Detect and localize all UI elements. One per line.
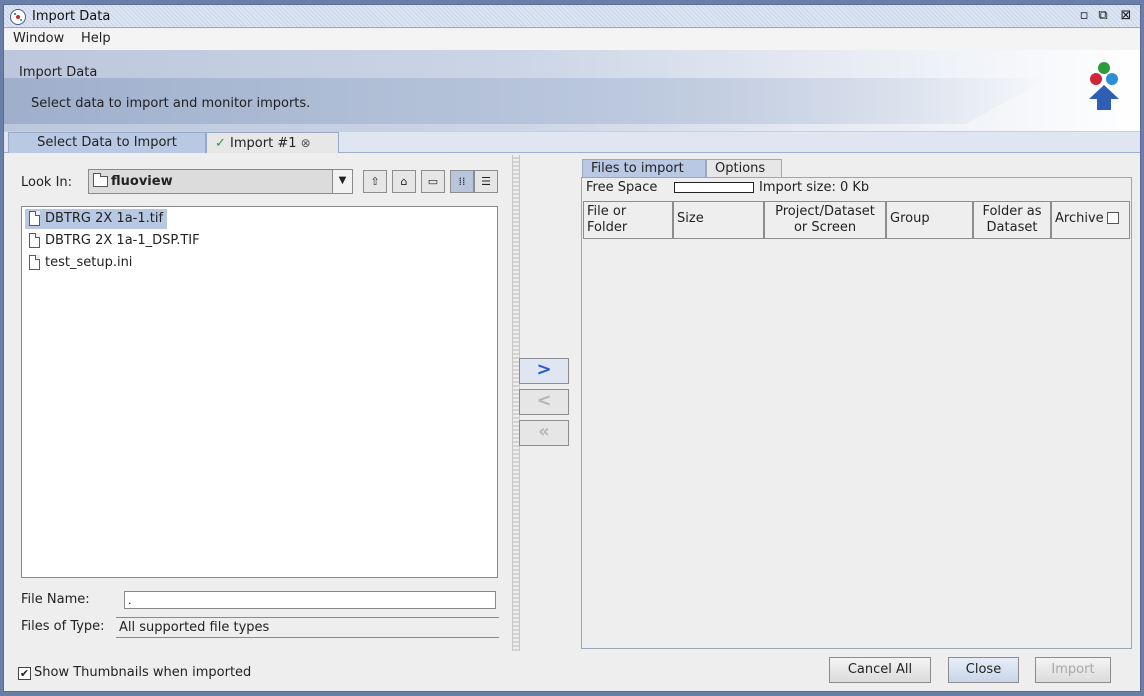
arrow-left-icon: <	[536, 390, 552, 411]
menu-window[interactable]: Window	[13, 31, 64, 46]
minimize-icon[interactable]: ▫	[1076, 9, 1092, 24]
close-button[interactable]: Close	[948, 657, 1019, 683]
file-icon	[29, 255, 40, 270]
up-folder-button[interactable]: ⇧	[363, 170, 387, 193]
header-banner: Import Data Select data to import and mo…	[4, 50, 1140, 132]
omero-app-icon	[10, 9, 26, 25]
tab-select-data-label: Select Data to Import	[37, 135, 177, 150]
tab-import-1-label: Import #1	[230, 136, 297, 151]
column-header-file[interactable]: File or Folder	[583, 201, 673, 239]
free-space-bar	[674, 182, 754, 193]
archive-label: Archive	[1055, 211, 1104, 226]
tab-close-icon[interactable]: ⊗	[301, 136, 311, 150]
check-icon: ✓	[215, 136, 226, 151]
tab-files-to-import[interactable]: Files to import	[582, 159, 706, 177]
import-queue-table[interactable]: File or Folder Size Project/Dataset or S…	[583, 201, 1130, 647]
archive-all-checkbox[interactable]	[1106, 212, 1119, 224]
main-tab-strip: Select Data to Import ✓ Import #1 ⊗	[4, 132, 1140, 153]
import-logo-icon	[1089, 62, 1119, 110]
new-folder-icon: ▭	[427, 175, 439, 188]
look-in-value: fluoview	[111, 174, 173, 189]
tab-options-label: Options	[715, 161, 766, 176]
column-header-archive[interactable]: Archive	[1051, 201, 1130, 239]
title-bar[interactable]: Import Data ▫ ⧉ ⊠	[4, 5, 1140, 28]
home-button[interactable]: ⌂	[392, 170, 416, 193]
tab-import-1[interactable]: ✓ Import #1 ⊗	[206, 132, 339, 153]
header-subtitle: Select data to import and monitor import…	[31, 96, 311, 111]
arrow-right-icon: >	[536, 359, 552, 380]
file-type-label: Files of Type:	[21, 619, 105, 634]
folder-icon	[93, 173, 108, 187]
home-icon: ⌂	[400, 175, 408, 188]
file-icon	[29, 211, 40, 226]
details-view-icon: ☰	[481, 175, 491, 188]
menu-help[interactable]: Help	[81, 31, 111, 46]
window-title: Import Data	[32, 9, 111, 24]
file-list[interactable]: DBTRG 2X 1a-1.tif DBTRG 2X 1a-1_DSP.TIF …	[21, 206, 498, 578]
add-to-queue-button[interactable]: >	[519, 358, 569, 384]
file-item-label: DBTRG 2X 1a-1_DSP.TIF	[45, 233, 200, 248]
chevron-down-icon[interactable]: ▼	[332, 170, 352, 193]
remove-all-button[interactable]: «	[519, 420, 569, 446]
file-item[interactable]: DBTRG 2X 1a-1.tif	[25, 209, 168, 229]
file-name-label: File Name:	[21, 592, 90, 607]
file-item-label: test_setup.ini	[45, 255, 133, 270]
list-view-button[interactable]: ⁞⁞	[450, 170, 474, 193]
details-view-button[interactable]: ☰	[474, 170, 498, 193]
maximize-icon[interactable]: ⧉	[1095, 9, 1111, 24]
close-icon[interactable]: ⊠	[1118, 9, 1134, 24]
import-button[interactable]: Import	[1035, 657, 1111, 683]
header-title: Import Data	[19, 65, 98, 80]
look-in-label: Look In:	[21, 175, 73, 190]
cancel-all-button[interactable]: Cancel All	[829, 657, 931, 683]
column-header-folder-dataset[interactable]: Folder as Dataset	[973, 201, 1051, 239]
show-thumbnails-label: Show Thumbnails when imported	[34, 665, 252, 680]
column-header-group[interactable]: Group	[886, 201, 973, 239]
tab-options[interactable]: Options	[706, 159, 782, 177]
tab-select-data[interactable]: Select Data to Import	[8, 132, 206, 153]
import-data-window: Import Data ▫ ⧉ ⊠ Window Help Import Dat…	[3, 4, 1141, 692]
show-thumbnails-checkbox[interactable]: ✔	[18, 667, 31, 680]
file-item-label: DBTRG 2X 1a-1.tif	[45, 211, 164, 226]
remove-from-queue-button[interactable]: <	[519, 389, 569, 415]
column-header-size[interactable]: Size	[673, 201, 764, 239]
tab-files-to-import-label: Files to import	[591, 161, 684, 176]
free-space-label: Free Space	[586, 180, 658, 195]
menu-bar: Window Help	[4, 29, 1140, 50]
file-item[interactable]: test_setup.ini	[25, 253, 136, 273]
new-folder-button[interactable]: ▭	[421, 170, 445, 193]
file-icon	[29, 233, 40, 248]
file-type-select[interactable]: All supported file types	[116, 617, 499, 638]
file-name-field[interactable]	[124, 591, 496, 609]
file-item[interactable]: DBTRG 2X 1a-1_DSP.TIF	[25, 231, 204, 251]
double-arrow-left-icon: «	[538, 421, 550, 442]
look-in-combo[interactable]: fluoview ▼	[88, 169, 353, 194]
import-size-label: Import size: 0 Kb	[759, 180, 870, 195]
column-header-project[interactable]: Project/Dataset or Screen	[764, 201, 886, 239]
up-folder-icon: ⇧	[370, 175, 380, 188]
list-view-icon: ⁞⁞	[458, 175, 466, 188]
